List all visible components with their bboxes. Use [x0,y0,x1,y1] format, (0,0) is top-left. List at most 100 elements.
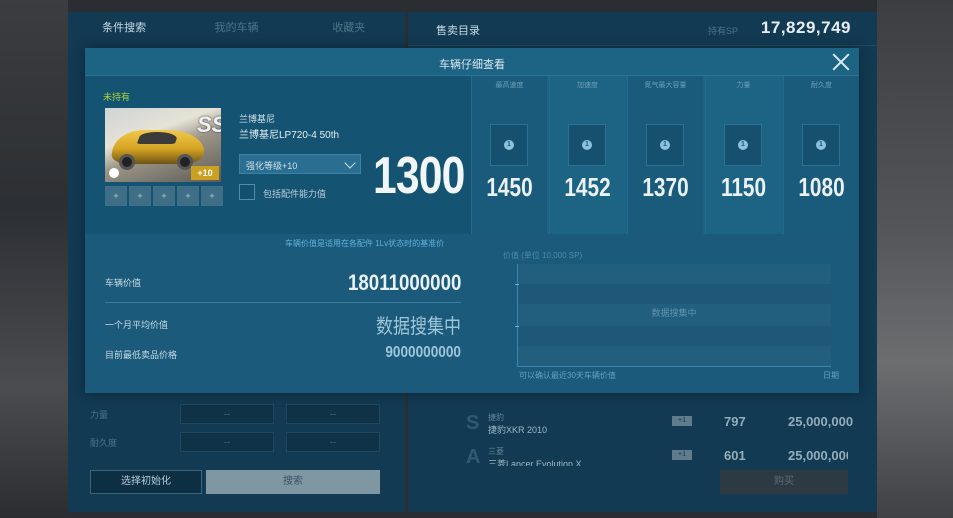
tab-favorites[interactable]: 收藏夹 [293,12,405,46]
wrench-icon: ✦ [201,186,223,206]
wrench-icon: ✦ [153,186,175,206]
stat-label: 耐久度 [811,82,832,89]
tune-badge: +10 [191,166,219,180]
list-item[interactable]: S 捷豹 捷豹XKR 2010 +1 797 25,000,000 [436,408,853,440]
price-value: 9000000000 [385,344,461,361]
brand-label: 三菱 [488,447,504,456]
tune-badge: +1 [672,450,692,460]
filter-max-select[interactable]: -- [286,432,380,452]
stat-icon-box: 1 [490,124,528,166]
info-icon: 1 [504,140,514,150]
wrench-icon: ✦ [105,186,127,206]
filter-row-power: 力量 -- -- [90,404,390,424]
filter-row-durability: 耐久度 -- -- [90,432,390,452]
tune-level-select[interactable]: 强化等级+10 [239,154,361,174]
include-parts-checkbox[interactable] [239,184,255,200]
stat-icon-box: 1 [646,124,684,166]
chart-tick [515,326,519,327]
chart-x-axis [517,366,831,367]
chevron-down-icon [344,157,356,169]
chart-stripe [517,284,831,304]
info-icon: 1 [738,140,748,150]
chart-x-label: 日期 [823,371,839,380]
stat-label: 最高速度 [495,82,524,89]
price-value: 25,000,000 [788,414,854,429]
car-name: 三菱Lancer Evolution X [488,459,582,466]
sp-value: 17,829,749 [760,18,851,37]
wrench-icon: ✦ [129,186,151,206]
stat-top-speed: 最高速度 1 1450 [471,76,547,234]
chart-footnote: 可以确认最近30天车辆价值 [519,371,616,380]
price-history-chart: 价值 (单位 10,000 SP) 数据搜集中 可以确认最近30天车辆价值 日期 [503,250,839,380]
sale-header: 售卖目录 持有SP 17,829,749 [408,12,877,46]
background-scene-right [877,0,953,518]
chart-title: 价值 (单位 10,000 SP) [503,251,583,260]
power-value: 601 [724,448,746,463]
stat-label: 加速度 [577,82,598,89]
close-icon[interactable] [831,52,851,72]
list-item[interactable]: A 三菱 三菱Lancer Evolution X +1 601 25,000,… [436,442,848,466]
stat-value: 1452 [564,172,611,202]
stat-value: 1370 [642,172,689,202]
price-note: 车辆价值是适用在各配件 1Lv状态时的基准价 [285,239,445,248]
chart-stripe [517,326,831,346]
wheel-shape [119,154,135,170]
car-name: 捷豹XKR 2010 [488,425,548,435]
modal-header: 车辆仔细查看 [85,48,859,76]
price-value: 25,000,000 [788,448,848,463]
background-scene-left [0,0,68,518]
filter-max-select[interactable]: -- [286,404,380,424]
filter-label: 力量 [90,410,109,420]
part-slots: ✦ ✦ ✦ ✦ ✦ [105,186,223,206]
paint-dot [109,168,119,178]
sale-title: 售卖目录 [436,25,480,37]
car-detail-modal: 车辆仔细查看 未持有 SS +10 ✦ ✦ ✦ ✦ ✦ 兰博基尼 兰博基尼LP7… [85,48,859,393]
tune-level-label: 强化等级+10 [246,161,298,171]
stat-value: 1080 [798,172,845,202]
owned-status: 未持有 [103,92,131,102]
filter-label: 耐久度 [90,438,118,448]
price-value: 18011000000 [347,270,461,295]
stat-icon-box: 1 [724,124,762,166]
tab-my-cars[interactable]: 我的车辆 [180,12,292,46]
stat-icon-box: 1 [802,124,840,166]
price-value: 数据搜集中 [376,316,461,338]
stat-nitro: 氮气最大容量 1 1370 [627,76,703,234]
car-info-panel: 未持有 SS +10 ✦ ✦ ✦ ✦ ✦ 兰博基尼 兰博基尼LP720-4 50… [85,76,471,234]
info-icon: 1 [582,140,592,150]
reset-filters-button[interactable]: 选择初始化 [90,470,202,494]
car-model: 兰博基尼LP720-4 50th [239,130,340,141]
chart-tick [515,284,519,285]
filter-min-select[interactable]: -- [180,432,274,452]
grade-label: S [466,412,480,434]
divider [105,302,461,303]
stat-label: 氮气最大容量 [644,82,687,89]
total-power-value: 1300 [373,147,465,205]
stat-label: 力量 [736,82,751,89]
chart-empty-message: 数据搜集中 [651,308,697,318]
tune-badge: +1 [672,416,692,426]
search-button[interactable]: 搜索 [206,470,380,494]
info-icon: 1 [816,140,826,150]
tab-condition-search[interactable]: 条件搜索 [68,12,180,46]
stat-value: 1450 [486,172,533,202]
power-value: 797 [724,414,746,429]
stat-durability: 耐久度 1 1080 [783,76,859,234]
car-image: SS +10 [105,108,221,182]
car-grade: SS [197,112,221,137]
car-brand: 兰博基尼 [239,114,276,124]
price-label: 车辆价值 [105,278,142,288]
buy-button[interactable]: 购买 [720,470,848,494]
wrench-icon: ✦ [177,186,199,206]
search-tabs: 条件搜索 我的车辆 收藏夹 [68,12,405,46]
car-window-shape [136,132,180,144]
modal-title: 车辆仔细查看 [439,59,505,71]
stats-panel: 最高速度 1 1450 加速度 1 1452 氮气最大容量 1 1370 力量 … [471,76,859,234]
stat-power: 力量 1 1150 [705,76,781,234]
price-label: 一个月平均价值 [105,320,169,330]
brand-label: 捷豹 [488,413,504,422]
price-label: 目前最低卖品价格 [105,350,178,360]
filter-min-select[interactable]: -- [180,404,274,424]
sp-label: 持有SP [708,26,739,36]
stat-icon-box: 1 [568,124,606,166]
